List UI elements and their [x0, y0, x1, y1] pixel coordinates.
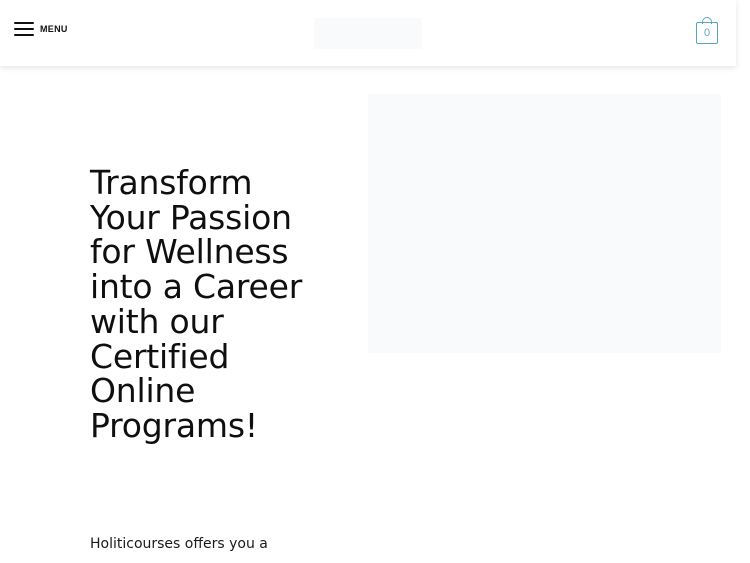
hero-image: [368, 94, 721, 353]
hamburger-icon: [14, 22, 34, 36]
site-header: MENU 0: [0, 0, 736, 66]
cart-count: 0: [696, 22, 718, 44]
hero-intro-text: Holiticourses offers you a: [90, 536, 268, 552]
cart-button[interactable]: 0: [695, 17, 721, 45]
hero-title: Transform Your Passion for Wellness into…: [90, 163, 303, 445]
menu-toggle-button[interactable]: MENU: [14, 22, 68, 36]
menu-label: MENU: [40, 24, 68, 34]
site-logo[interactable]: [314, 18, 422, 49]
